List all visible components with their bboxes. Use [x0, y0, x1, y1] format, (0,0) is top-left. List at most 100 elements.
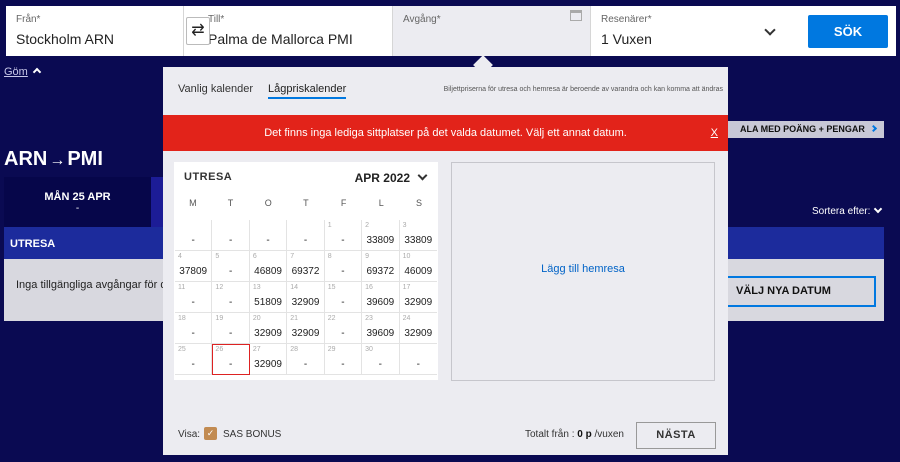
calendar-day-number: 30	[365, 346, 373, 353]
calendar-day-cell[interactable]: 9 69372	[362, 251, 400, 282]
calendar-day-cell[interactable]: 2 33809	[362, 220, 400, 251]
sas-bonus-checkbox[interactable]: ✓	[204, 427, 217, 440]
calendar-day-price: 32909	[291, 297, 320, 308]
calendar-day-price: -	[228, 235, 233, 246]
weekday-label: T	[303, 198, 309, 208]
to-field[interactable]: Till* Palma de Mallorca PMI	[184, 6, 393, 56]
calendar-day-cell[interactable]: 22-	[324, 313, 363, 344]
calendar-day-number: 5	[215, 253, 220, 260]
total-value: 0 p	[577, 429, 592, 440]
calendar-day-cell[interactable]: 4 37809	[175, 251, 213, 282]
calendar-day-cell: -	[175, 220, 213, 251]
calendar-day-cell[interactable]: 3 33809	[399, 220, 437, 251]
calendar-day-price: -	[228, 359, 233, 370]
to-value[interactable]: Palma de Mallorca PMI	[208, 31, 382, 47]
calendar-day-price: 32909	[254, 359, 282, 370]
calendar-day-number: 24	[402, 315, 411, 322]
sas-bonus-label: SAS BONUS	[223, 429, 282, 440]
passengers-value[interactable]: 1 Vuxen	[601, 31, 776, 47]
departure-field[interactable]: Avgång*	[393, 6, 591, 56]
calendar-day-number: 8	[327, 253, 332, 260]
calendar-day-price: 32909	[404, 297, 433, 308]
chevron-up-icon	[32, 67, 42, 77]
calendar-day-cell[interactable]: 25-	[175, 344, 213, 375]
search-button[interactable]: SÖK	[808, 15, 888, 48]
tab-regular-calendar[interactable]: Vanlig kalender	[178, 83, 253, 95]
next-button[interactable]: NÄSTA	[636, 422, 716, 449]
calendar-day-cell[interactable]: 20 32909	[249, 313, 288, 344]
points-money-button[interactable]: ALA MED POÄNG + PENGAR	[726, 121, 884, 138]
calendar-day-cell[interactable]: 5-	[212, 251, 250, 282]
calendar-day-number: 29	[327, 346, 336, 353]
calendar-day-cell[interactable]: 26-	[212, 344, 250, 375]
from-value[interactable]: Stockholm ARN	[16, 31, 173, 47]
swap-icon[interactable]: ⇄	[186, 17, 210, 45]
weekday-label: M	[189, 198, 197, 208]
calendar-day-cell[interactable]: 29-	[324, 344, 363, 375]
calendar-day-cell[interactable]: 1-	[324, 220, 363, 251]
calendar-day-cell: -	[399, 344, 437, 375]
calendar-day-cell[interactable]: 8-	[324, 251, 363, 282]
calendar-day-cell[interactable]: 28-	[287, 344, 325, 375]
calendar-day-cell[interactable]: 14 32909	[287, 282, 325, 313]
calendar-day-cell[interactable]: 18-	[175, 313, 213, 344]
calendar-day-cell[interactable]: 11-	[175, 282, 213, 313]
calendar-day-cell[interactable]: 7 69372	[287, 251, 325, 282]
calendar-day-number: 18	[178, 315, 186, 322]
choose-new-dates-button[interactable]: VÄLJ NYA DATUM	[718, 276, 876, 307]
calendar-day-price: -	[228, 328, 233, 339]
weekday-label: O	[264, 198, 272, 208]
day-tab[interactable]: MÅN 25 APR -	[4, 177, 151, 227]
hide-link[interactable]: Göm	[4, 66, 42, 78]
calendar-day-number: 27	[252, 346, 261, 353]
calendar-day-price: -	[266, 235, 270, 246]
calendar-day-cell[interactable]: 15-	[324, 282, 363, 313]
calendar-day-cell[interactable]: 24 32909	[399, 313, 437, 344]
calendar-day-price: -	[303, 359, 308, 370]
calendar-day-number: 22	[327, 315, 336, 322]
month-selector[interactable]: APR 2022	[355, 171, 410, 185]
calendar-day-price: -	[416, 359, 420, 370]
calendar-day-price: 69372	[366, 266, 395, 277]
error-banner: Det finns inga lediga sittplatser på det…	[163, 115, 728, 151]
calendar-day-cell[interactable]: 16 39609	[362, 282, 400, 313]
weekday-label: T	[227, 198, 234, 208]
close-icon[interactable]: X	[711, 115, 718, 151]
from-field[interactable]: Från* Stockholm ARN	[6, 6, 184, 56]
calendar-day-cell[interactable]: 13 51809	[249, 282, 288, 313]
calendar-day-cell[interactable]: 19-	[212, 313, 250, 344]
calendar-day-number: 16	[365, 284, 373, 291]
calendar-day-cell[interactable]: 23 39609	[362, 313, 400, 344]
error-message: Det finns inga lediga sittplatser på det…	[264, 127, 627, 139]
calendar-title: UTRESA	[184, 171, 233, 183]
calendar-day-cell[interactable]: 12-	[212, 282, 250, 313]
no-departures-text: Inga tillgängliga avgångar för de	[16, 279, 173, 291]
calendar-day-cell[interactable]: 21 32909	[287, 313, 325, 344]
calendar-day-price: 69372	[291, 266, 320, 277]
add-return-link[interactable]: Lägg till hemresa	[452, 263, 714, 275]
calendar-day-price: -	[303, 235, 308, 246]
tab-low-fare-calendar[interactable]: Lågpriskalender	[268, 83, 347, 99]
calendar-day-price: 39609	[366, 328, 395, 339]
calendar-day-cell[interactable]: 27 32909	[249, 344, 288, 375]
from-label: Från*	[16, 14, 41, 25]
calendar-day-price: -	[341, 359, 345, 370]
sort-dropdown[interactable]: Sortera efter:	[812, 204, 883, 217]
calendar-day-price: 32909	[254, 328, 282, 339]
calendar-day-price: -	[191, 297, 195, 308]
hide-link-label[interactable]: Göm	[4, 66, 28, 78]
to-label: Till*	[208, 14, 225, 25]
calendar-day-number: 1	[327, 222, 332, 229]
chevron-down-icon[interactable]	[417, 170, 428, 181]
show-label: Visa:	[178, 429, 201, 440]
calendar-day-number: 21	[290, 315, 299, 322]
calendar-header: UTRESA APR 2022	[174, 162, 438, 190]
day-tab-price: -	[75, 203, 80, 214]
calendar-day-cell[interactable]: 30-	[362, 344, 400, 375]
calendar-day-price: -	[191, 235, 195, 246]
calendar-day-cell[interactable]: 10 46009	[399, 251, 437, 282]
calendar-day-cell[interactable]: 6 46809	[249, 251, 288, 282]
calendar-day-cell[interactable]: 17 32909	[399, 282, 437, 313]
calendar-day-price: -	[228, 297, 233, 308]
passengers-field[interactable]: Resenärer* 1 Vuxen	[591, 6, 786, 56]
